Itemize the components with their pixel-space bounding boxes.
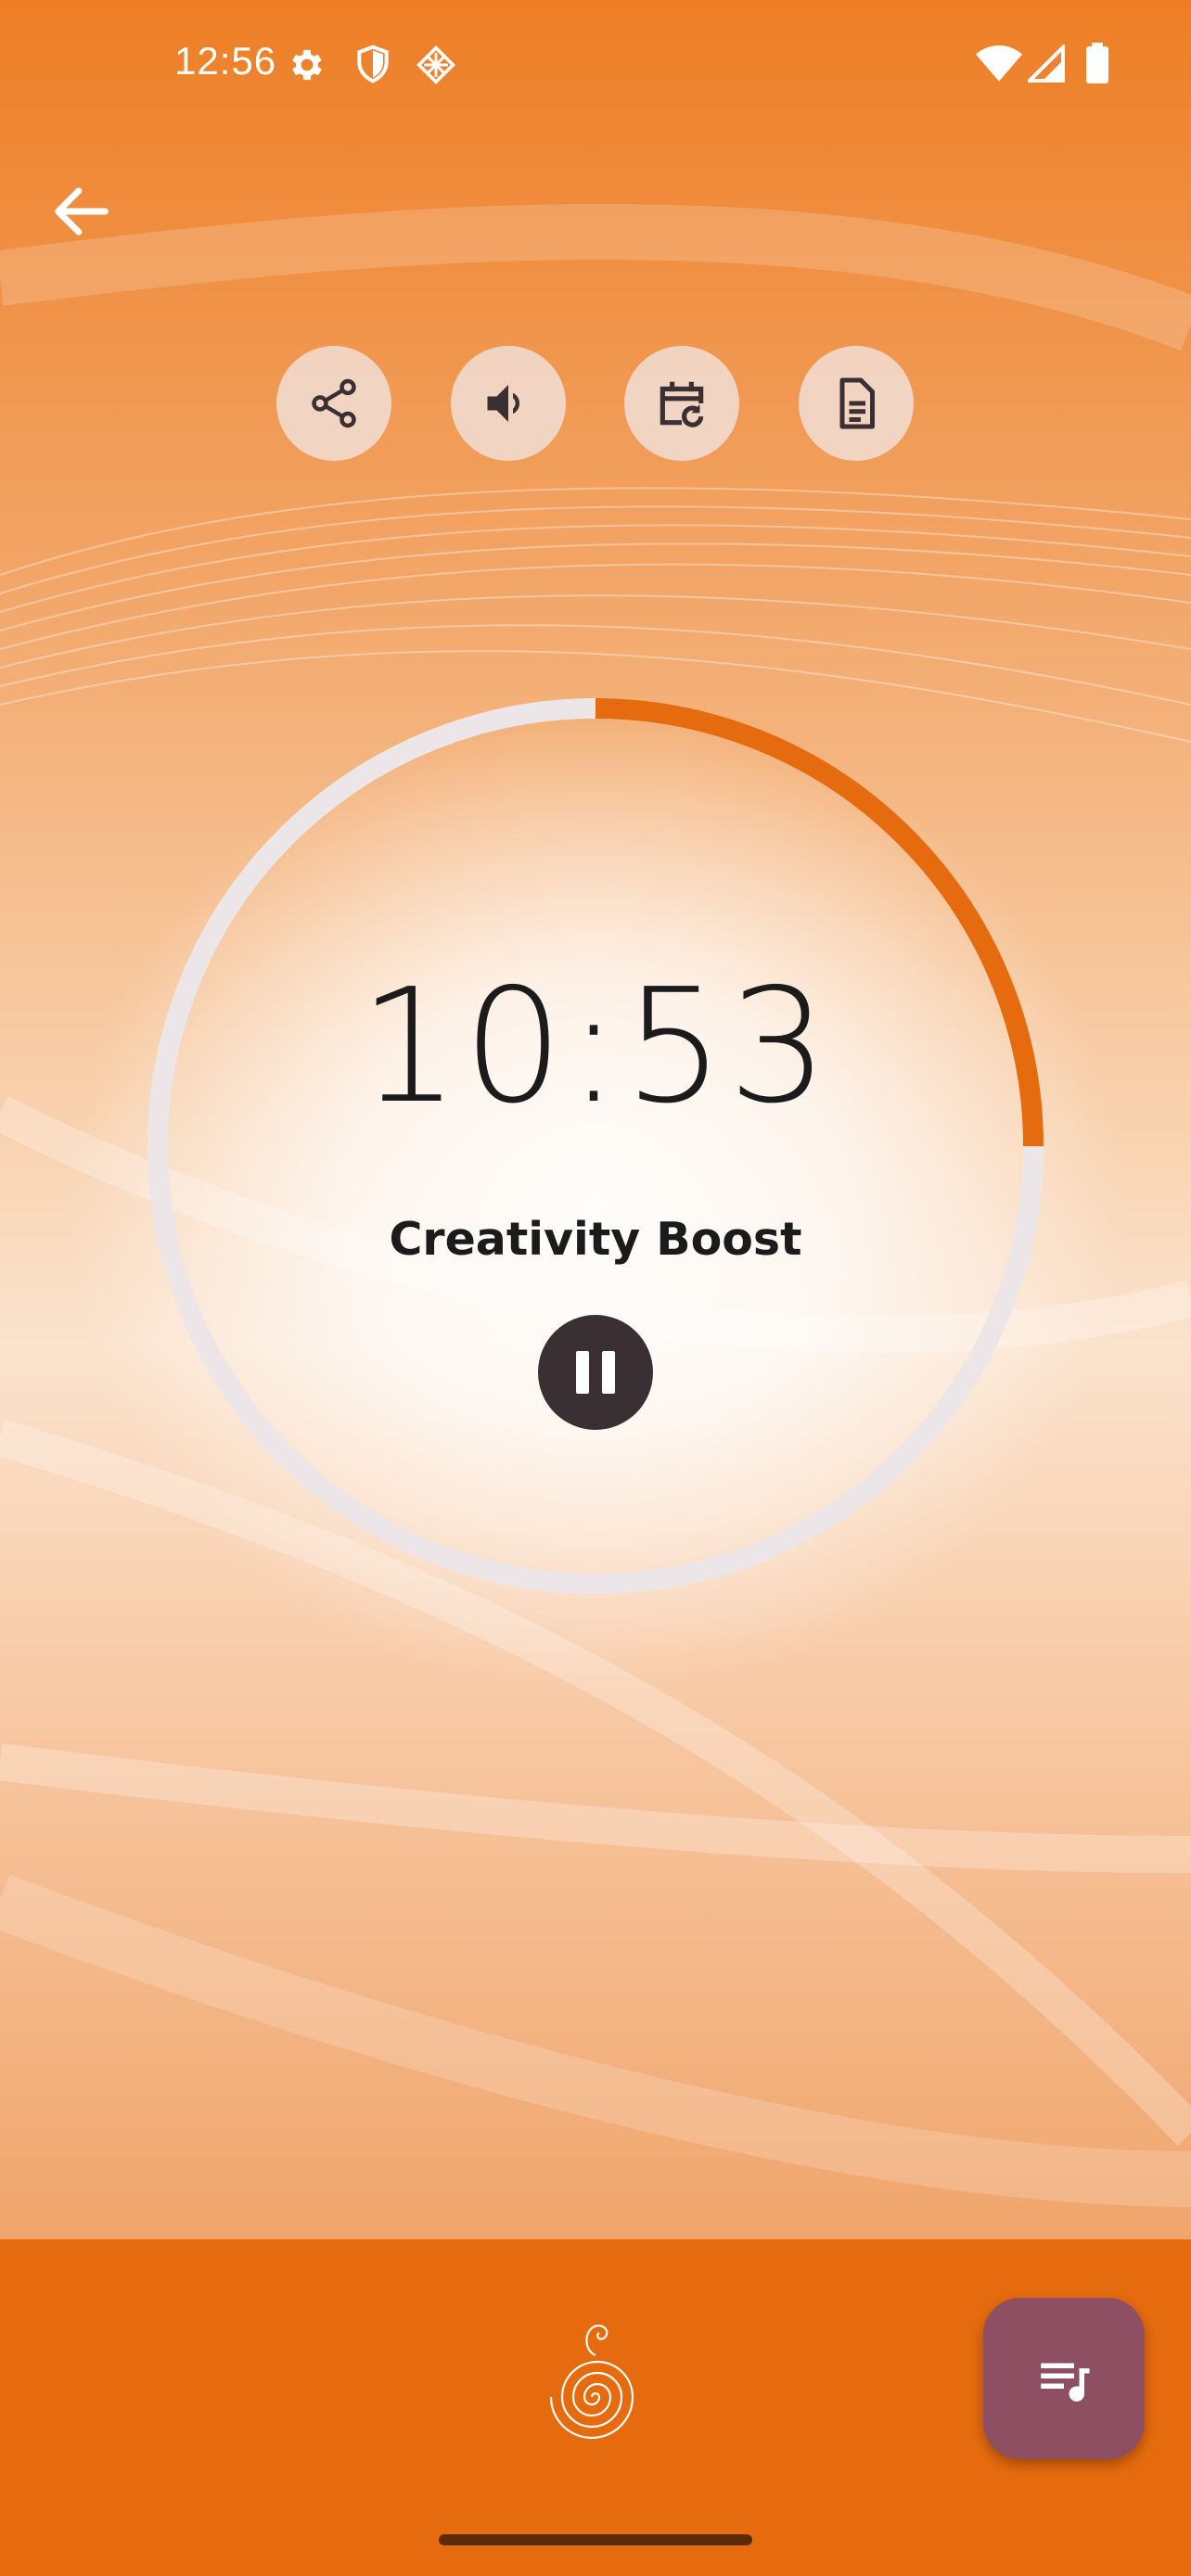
diamond-grid-icon: [416, 45, 455, 84]
time-remaining: 10:53: [359, 955, 832, 1139]
volume-button[interactable]: [451, 346, 566, 461]
wifi-icon: [976, 45, 1022, 82]
playlist-music-icon: [1041, 2363, 1090, 2402]
pause-icon: [602, 1351, 615, 1394]
spiral-logo-icon: [549, 2324, 634, 2440]
battery-icon: [1086, 43, 1108, 83]
notes-button[interactable]: [799, 346, 914, 461]
playlist-button[interactable]: [983, 2298, 1145, 2459]
share-icon: [312, 378, 356, 428]
status-bar: 12:56: [0, 0, 1191, 130]
schedule-button[interactable]: [624, 346, 739, 461]
calendar-repeat-icon: [660, 381, 704, 427]
progress-ring: [147, 698, 1044, 1594]
arrow-left-icon[interactable]: [46, 176, 117, 247]
signal-icon: [1028, 45, 1065, 83]
pause-icon: [576, 1351, 589, 1394]
home-indicator[interactable]: [439, 2534, 752, 2545]
status-time: 12:56: [174, 39, 277, 83]
share-button[interactable]: [276, 346, 391, 461]
shield-icon: [357, 45, 389, 83]
document-icon: [839, 377, 875, 429]
session-title: Creativity Boost: [389, 1213, 802, 1266]
gear-icon: [292, 49, 322, 81]
pause-button[interactable]: [538, 1315, 653, 1430]
volume-icon: [487, 385, 520, 422]
